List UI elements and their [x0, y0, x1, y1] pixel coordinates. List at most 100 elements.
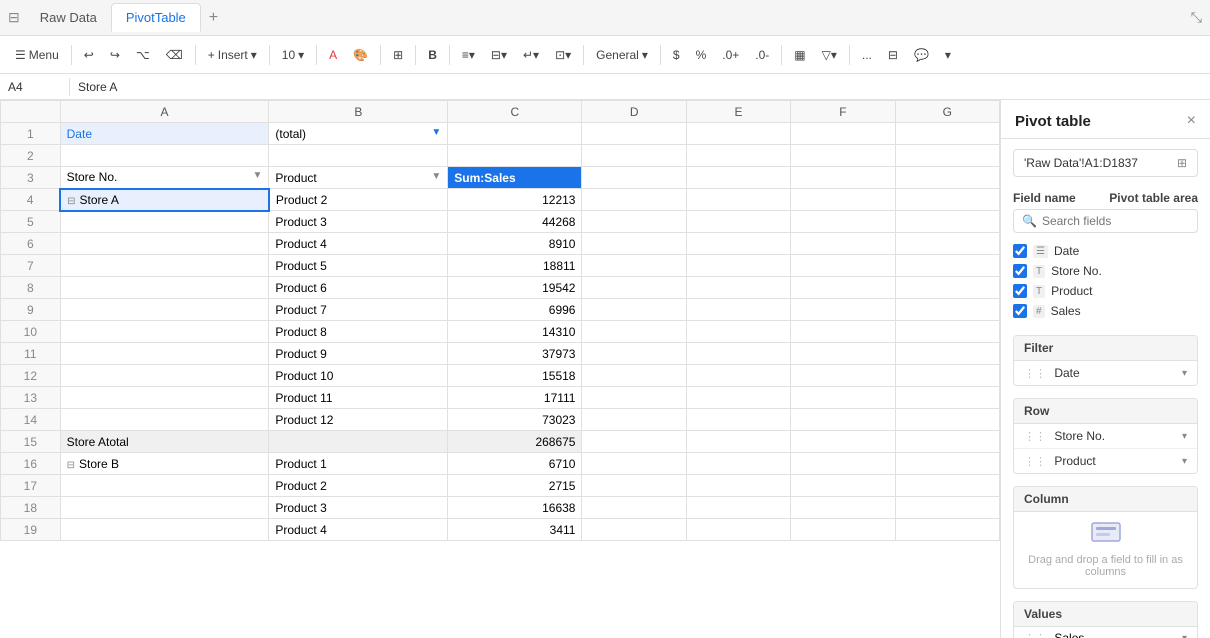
cell-e2 — [686, 145, 790, 167]
cell-a1[interactable]: Date — [60, 123, 269, 145]
drag-handle-date[interactable]: ⋮⋮ — [1024, 368, 1046, 380]
cell-c2[interactable] — [448, 145, 582, 167]
align-h-button[interactable]: ≡▾ — [455, 45, 482, 65]
values-sales-label: Sales — [1054, 631, 1084, 638]
borders-button[interactable]: ⊞ — [386, 45, 410, 65]
cell-c4[interactable]: 12213 — [448, 189, 582, 211]
add-tab-button[interactable]: + — [201, 5, 226, 31]
cell-b3[interactable]: Product ▼ — [269, 167, 448, 189]
filter-icon-b1[interactable]: ▼ — [431, 127, 441, 138]
cell-g1 — [895, 123, 999, 145]
row-store-no-chevron[interactable]: ▾ — [1182, 431, 1187, 442]
formula-bar[interactable]: Store A — [70, 78, 1210, 96]
undo-button[interactable]: ↩ — [77, 45, 101, 65]
cell-a5[interactable] — [60, 211, 269, 233]
minimize-icon[interactable]: ⤡ — [1191, 9, 1202, 26]
field-checkbox-date[interactable] — [1013, 244, 1027, 258]
cell-d4 — [582, 189, 686, 211]
insert-button[interactable]: + Insert ▾ — [201, 45, 264, 65]
format-button[interactable]: ⌥ — [129, 45, 157, 65]
sheets-view-button[interactable]: ⊟ — [881, 45, 905, 65]
drag-handle-sales[interactable]: ⋮⋮ — [1024, 633, 1046, 638]
field-type-text-icon-2: T — [1033, 285, 1045, 298]
font-color-button[interactable]: A — [322, 45, 344, 65]
wrap-button[interactable]: ↵▾ — [516, 45, 546, 65]
row-num-2: 2 — [1, 145, 61, 167]
table-row: 3 Store No. ▼ Product ▼ Sum:Sales — [1, 167, 1000, 189]
row-section: Row ⋮⋮ Store No. ▾ ⋮⋮ Product ▾ — [1013, 398, 1198, 474]
cell-b1[interactable]: (total) ▼ — [269, 123, 448, 145]
percent-button[interactable]: % — [689, 45, 714, 65]
format-num-button[interactable]: General▾ — [589, 45, 655, 65]
sheet-table: A B C D E F G 1 Date (total) ▼ — [0, 100, 1000, 541]
field-type-date-icon: ☰ — [1033, 245, 1048, 258]
table-row: 9 Product 7 6996 — [1, 299, 1000, 321]
conditional-format-button[interactable]: ▦ — [787, 45, 812, 65]
field-checkbox-sales[interactable] — [1013, 304, 1027, 318]
field-label-sales: Sales — [1051, 304, 1081, 318]
table-row: 15 Store Atotal 268675 — [1, 431, 1000, 453]
cell-a2[interactable] — [60, 145, 269, 167]
spreadsheet[interactable]: A B C D E F G 1 Date (total) ▼ — [0, 100, 1000, 638]
values-sales-chevron[interactable]: ▾ — [1182, 633, 1187, 638]
pivot-close-button[interactable]: × — [1187, 112, 1196, 130]
drag-handle-store-no[interactable]: ⋮⋮ — [1024, 431, 1046, 443]
currency-button[interactable]: $ — [666, 45, 687, 65]
format-chevron-icon: ▾ — [642, 48, 648, 62]
row-num-3: 3 — [1, 167, 61, 189]
bold-button[interactable]: B — [421, 45, 444, 65]
table-row: 4 ⊟Store A Product 2 12213 — [1, 189, 1000, 211]
align-v-button[interactable]: ⊟▾ — [484, 45, 514, 65]
cell-c5[interactable]: 44268 — [448, 211, 582, 233]
row-product-chevron[interactable]: ▾ — [1182, 456, 1187, 467]
field-label-date: Date — [1054, 244, 1079, 258]
cell-b5[interactable]: Product 3 — [269, 211, 448, 233]
more-button[interactable]: ... — [855, 45, 879, 65]
tab-pivot-table[interactable]: PivotTable — [111, 3, 201, 32]
cell-f4 — [791, 189, 895, 211]
field-checkbox-store-no[interactable] — [1013, 264, 1027, 278]
pivot-header: Pivot table × — [1001, 100, 1210, 139]
pivot-source[interactable]: 'Raw Data'!A1:D1837 ⊞ — [1013, 149, 1198, 177]
filter-date-label: Date — [1054, 366, 1079, 380]
table-row: 6 Product 4 8910 — [1, 233, 1000, 255]
filter-icon-a3[interactable]: ▼ — [252, 170, 262, 181]
filter-button[interactable]: ▽▾ — [815, 45, 844, 65]
erase-button[interactable]: ⌫ — [159, 45, 190, 65]
menu-button[interactable]: ☰ Menu — [8, 45, 66, 65]
filter-icon-b3[interactable]: ▼ — [431, 171, 441, 182]
cell-b2[interactable] — [269, 145, 448, 167]
field-item-store-no: T Store No. — [1013, 261, 1198, 281]
table-row: 12 Product 10 15518 — [1, 365, 1000, 387]
decimal-dec-button[interactable]: .0- — [748, 45, 776, 65]
drag-handle-product[interactable]: ⋮⋮ — [1024, 456, 1046, 468]
cell-c3[interactable]: Sum:Sales — [448, 167, 582, 189]
row-item-product: ⋮⋮ Product ▾ — [1014, 449, 1197, 473]
row-num-4: 4 — [1, 189, 61, 211]
cell-b4[interactable]: Product 2 — [269, 189, 448, 211]
merge-button[interactable]: ⊡▾ — [548, 45, 578, 65]
cell-a3[interactable]: Store No. ▼ — [60, 167, 269, 189]
toolbar-sep-9 — [660, 45, 661, 65]
fill-color-button[interactable]: 🎨 — [346, 45, 375, 65]
cell-c1[interactable] — [448, 123, 582, 145]
expand-a16-icon: ⊟ — [67, 460, 75, 471]
filter-date-chevron[interactable]: ▾ — [1182, 368, 1187, 379]
expand-a4-icon: ⊟ — [67, 196, 75, 207]
pivot-source-grid-icon[interactable]: ⊞ — [1177, 156, 1187, 170]
row-store-no-label: Store No. — [1054, 429, 1105, 443]
cell-reference[interactable]: A4 — [0, 78, 70, 96]
cell-g4 — [895, 189, 999, 211]
tab-raw-data[interactable]: Raw Data — [26, 4, 111, 31]
cell-a4[interactable]: ⊟Store A — [60, 189, 269, 211]
cell-b1-total: (total) — [275, 127, 306, 141]
comment-button[interactable]: 💬 — [907, 45, 936, 65]
expand-button[interactable]: ▾ — [938, 45, 958, 65]
column-drop-zone[interactable]: Drag and drop a field to fill in as colu… — [1014, 512, 1197, 588]
decimal-inc-button[interactable]: .0+ — [715, 45, 746, 65]
font-size-selector[interactable]: 10 ▾ — [275, 45, 311, 65]
tabs-bar: ⊟ Raw Data PivotTable + ⤡ — [0, 0, 1210, 36]
search-fields-input[interactable] — [1042, 214, 1189, 228]
redo-button[interactable]: ↪ — [103, 45, 127, 65]
field-checkbox-product[interactable] — [1013, 284, 1027, 298]
